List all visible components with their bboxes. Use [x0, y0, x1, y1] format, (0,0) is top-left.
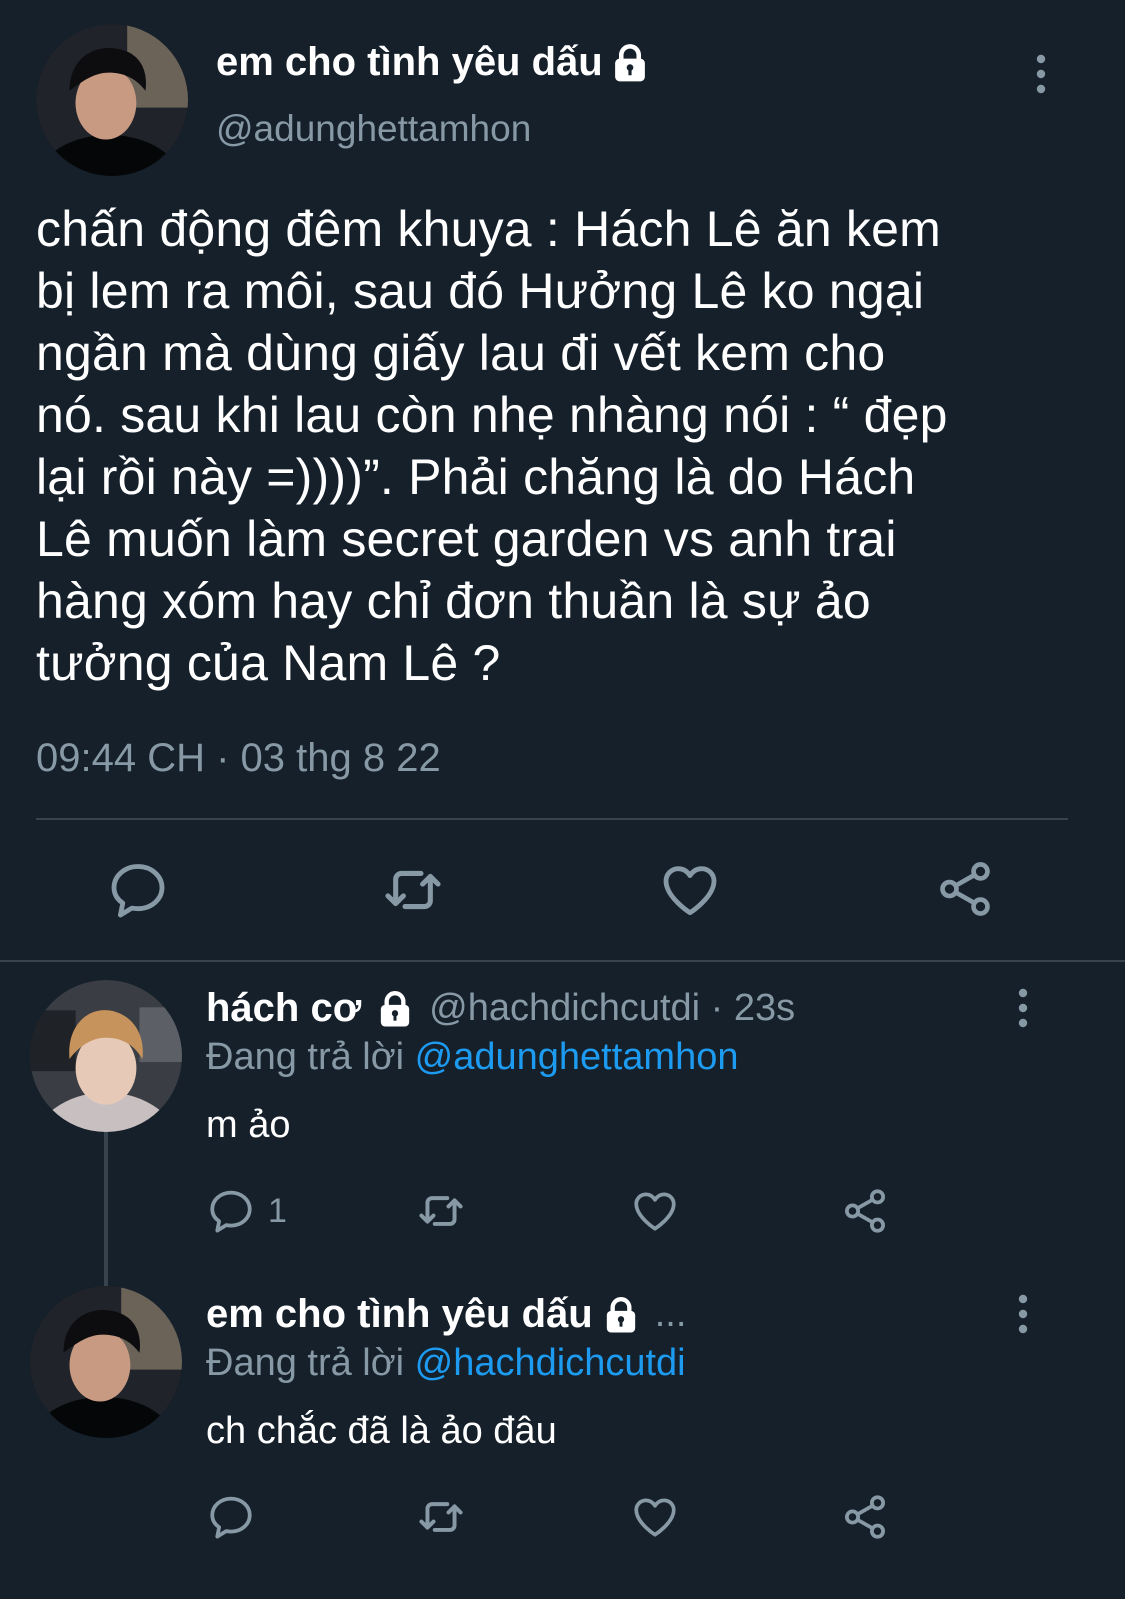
display-name-text: hách cơ — [206, 986, 362, 1030]
mention-link[interactable]: @adunghettamhon — [415, 1036, 739, 1078]
display-name[interactable]: em cho tình yêu dấu — [216, 40, 651, 85]
share-icon[interactable] — [840, 1186, 890, 1236]
reply-text: m ảo — [206, 1104, 291, 1146]
lock-icon — [609, 42, 651, 84]
retweet-icon[interactable] — [414, 1492, 468, 1542]
display-name-text: em cho tình yêu dấu — [216, 40, 603, 84]
like-icon[interactable] — [658, 858, 722, 922]
thread-line — [104, 1132, 108, 1287]
more-options-icon[interactable] — [1034, 54, 1048, 94]
more-options-icon[interactable] — [1016, 1294, 1030, 1334]
tweet-text: chấn động đêm khuya : Hách Lê ăn kem bị … — [36, 201, 948, 691]
reply-count: 1 — [268, 1191, 287, 1230]
replying-prefix: Đang trả lời — [206, 1036, 405, 1078]
retweet-icon[interactable] — [380, 858, 446, 922]
avatar[interactable] — [36, 24, 188, 176]
display-name-text: em cho tình yêu dấu — [206, 1292, 593, 1336]
reply-text: ch chắc đã là ảo đâu — [206, 1410, 557, 1452]
divider — [0, 960, 1125, 962]
like-icon[interactable] — [630, 1186, 680, 1236]
share-icon[interactable] — [934, 858, 996, 920]
mention-link[interactable]: @hachdichcutdi — [415, 1342, 686, 1384]
like-icon[interactable] — [630, 1492, 680, 1542]
reply-header[interactable]: em cho tình yêu dấu ... — [206, 1292, 686, 1337]
avatar[interactable] — [30, 980, 182, 1132]
more-options-icon[interactable] — [1016, 988, 1030, 1028]
user-handle[interactable]: @adunghettamhon — [216, 108, 531, 150]
divider — [36, 818, 1068, 820]
lock-icon — [375, 989, 415, 1029]
reply-header[interactable]: hách cơ @hachdichcutdi · 23s — [206, 986, 795, 1031]
lock-icon — [601, 1295, 641, 1335]
replying-to: Đang trả lời @adunghettamhon — [206, 1036, 739, 1079]
tweet-timestamp[interactable]: 09:44 CH · 03 thg 8 22 — [36, 736, 441, 781]
retweet-icon[interactable] — [414, 1186, 468, 1236]
handle-and-time: @hachdichcutdi · 23s — [429, 987, 796, 1029]
reply-icon[interactable] — [206, 1492, 256, 1542]
reply-icon[interactable] — [106, 858, 170, 922]
replying-to: Đang trả lời @hachdichcutdi — [206, 1342, 686, 1385]
share-icon[interactable] — [840, 1492, 890, 1542]
reply-icon[interactable]: 1 — [206, 1186, 287, 1236]
avatar[interactable] — [30, 1286, 182, 1438]
replying-prefix: Đang trả lời — [206, 1342, 405, 1384]
truncated-handle: ... — [654, 1293, 687, 1335]
